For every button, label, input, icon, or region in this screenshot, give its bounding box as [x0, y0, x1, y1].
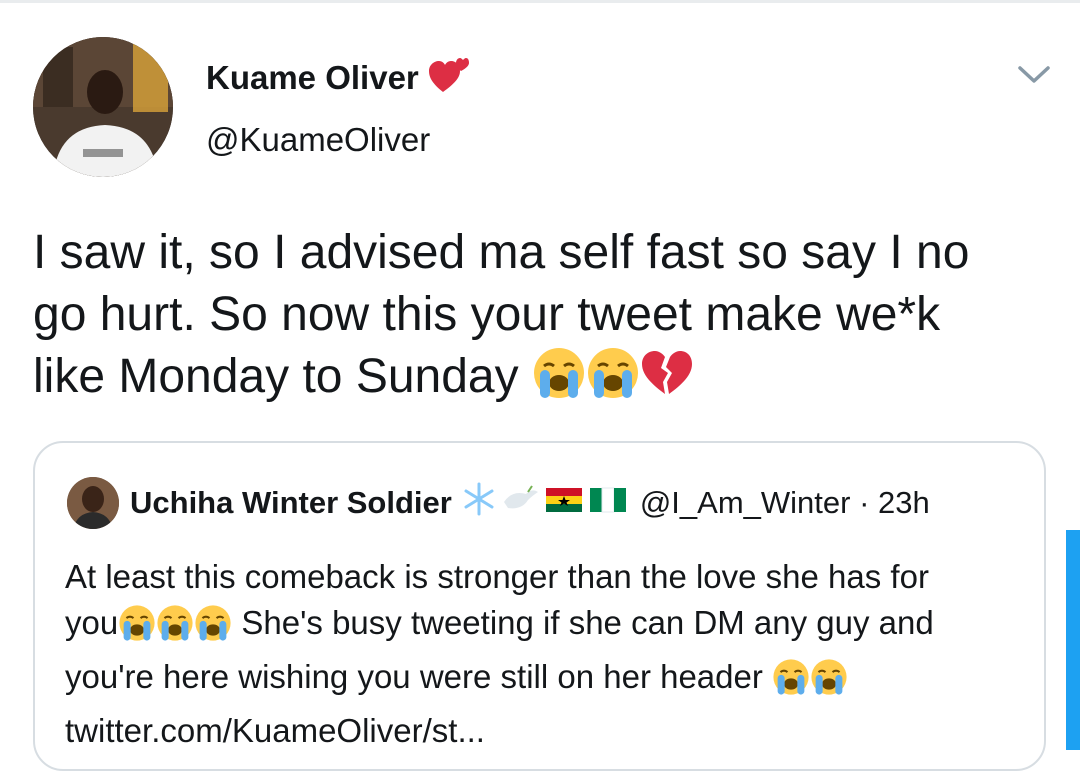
avatar[interactable]: [33, 37, 173, 177]
tweet-text-line-content: like Monday to Sunday: [33, 350, 519, 403]
quoted-text-fragment: you: [65, 604, 119, 641]
quoted-tweet[interactable]: Uchiha Winter Soldier @I_Am_Winter · 23h…: [33, 441, 1046, 771]
loudly-crying-face-icon: [772, 658, 810, 708]
dove-icon: [503, 485, 538, 509]
author-name-text: Kuame Oliver: [206, 59, 419, 97]
quoted-timestamp[interactable]: 23h: [878, 485, 930, 520]
loudly-crying-face-icon: [156, 604, 194, 654]
loudly-crying-face-icon: [118, 604, 156, 654]
quoted-text-line: At least this comeback is stronger than …: [65, 558, 929, 595]
broken-heart-icon: [640, 346, 694, 416]
quoted-link[interactable]: twitter.com/KuameOliver/st...: [65, 708, 1025, 754]
divider: [0, 0, 1080, 3]
quoted-text-line: you're here wishing you were still on he…: [65, 654, 1025, 708]
quoted-avatar[interactable]: [67, 477, 119, 529]
loudly-crying-face-icon: [586, 346, 640, 416]
tweet: Kuame Oliver @KuameOliver I saw it, so I…: [0, 0, 1080, 771]
separator-dot: ·: [859, 485, 870, 520]
quoted-author-name[interactable]: Uchiha Winter Soldier: [130, 485, 452, 520]
quoted-avatar-image: [67, 477, 119, 529]
quoted-text-fragment: She's busy tweeting if she can DM any gu…: [232, 604, 934, 641]
tweet-text-line: like Monday to Sunday: [33, 346, 1048, 416]
quoted-text-line: you She's busy tweeting if she can DM an…: [65, 600, 1025, 654]
loudly-crying-face-icon: [810, 658, 848, 708]
snowflake-icon: [464, 482, 494, 516]
scrollbar[interactable]: [1066, 530, 1080, 750]
quoted-name-emojis: [462, 482, 632, 526]
loudly-crying-face-icon: [532, 346, 586, 416]
tweet-text: I saw it, so I advised ma self fast so s…: [33, 222, 1048, 416]
nigeria-flag-icon: [589, 487, 626, 513]
quoted-text-fragment: you're here wishing you were still on he…: [65, 658, 763, 695]
author-handle[interactable]: @KuameOliver: [206, 120, 430, 160]
two-hearts-icon: [428, 58, 469, 103]
chevron-down-icon[interactable]: [1016, 62, 1052, 88]
author-name[interactable]: Kuame Oliver: [206, 58, 469, 103]
quoted-author-handle[interactable]: @I_Am_Winter: [640, 485, 851, 520]
tweet-text-line: go hurt. So now this your tweet make we*…: [33, 288, 941, 341]
quoted-text: At least this comeback is stronger than …: [65, 554, 1025, 754]
avatar-image: [33, 37, 173, 177]
loudly-crying-face-icon: [194, 604, 232, 654]
ghana-flag-icon: [545, 488, 582, 512]
tweet-text-line: I saw it, so I advised ma self fast so s…: [33, 226, 970, 279]
quoted-header: Uchiha Winter Soldier @I_Am_Winter · 23h: [130, 482, 930, 526]
